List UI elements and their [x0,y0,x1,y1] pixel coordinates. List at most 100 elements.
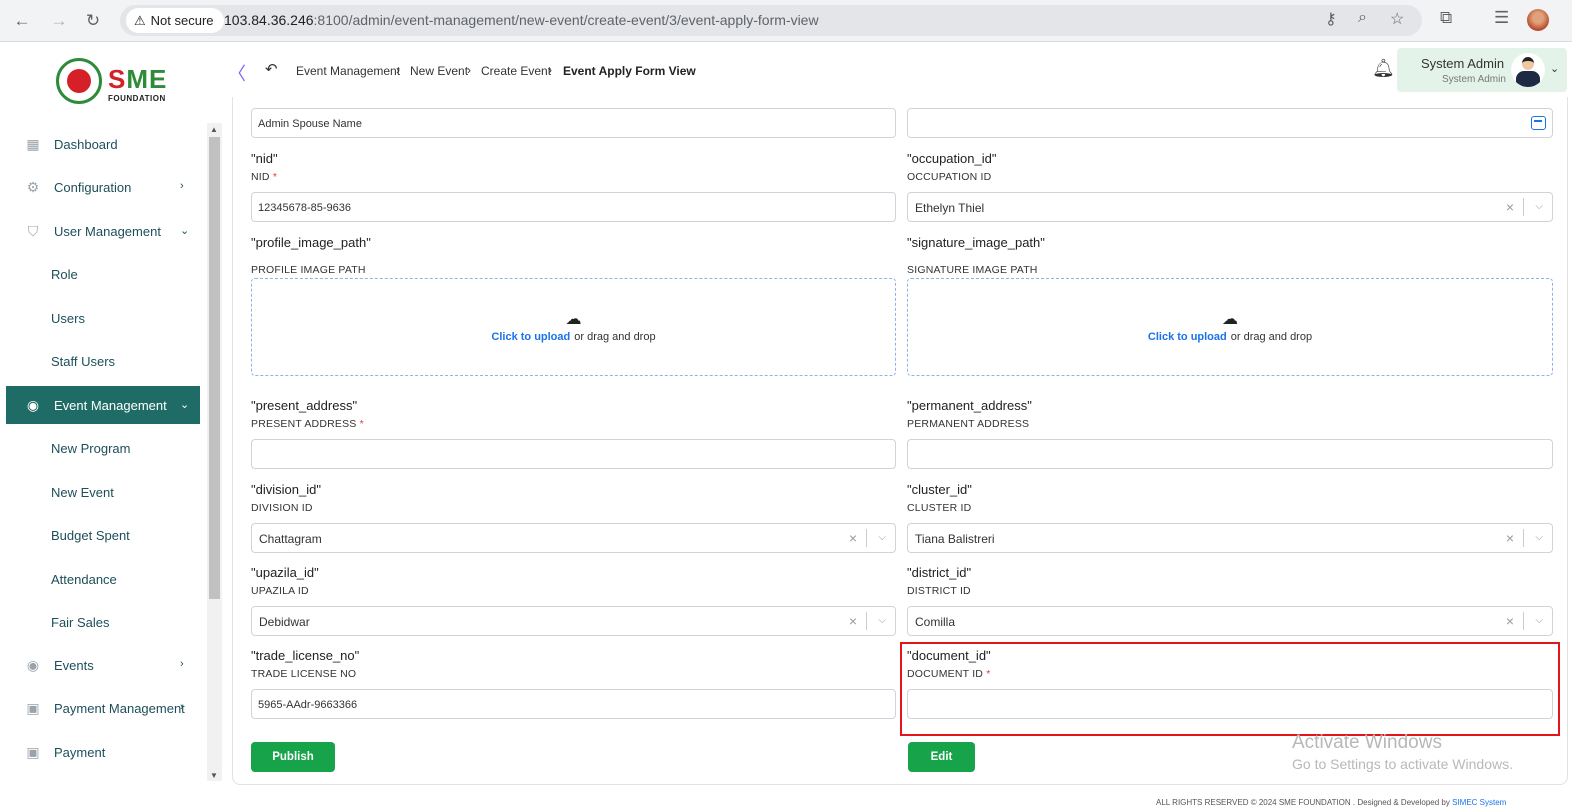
sidebar-subitem-new-event[interactable]: New Event [51,485,114,500]
footer: ALL RIGHTS RESERVED © 2024 SME FOUNDATIO… [1156,798,1506,807]
sidebar-item-payment[interactable]: ▣ Payment [6,733,200,771]
extensions-icon[interactable]: ⧉ [1440,8,1452,28]
user-menu[interactable]: System Admin System Admin ⌄ [1397,48,1567,92]
trade-license-key: "trade_license_no" [251,648,360,663]
permanent-address-field[interactable] [907,439,1553,469]
grid-icon: ▦ [26,136,40,152]
clear-icon[interactable]: × [1506,199,1514,215]
media-icon[interactable]: ☰ [1494,8,1509,28]
footer-text: ALL RIGHTS RESERVED © 2024 SME FOUNDATIO… [1156,798,1450,807]
chevron-down-icon[interactable]: ⌵ [1535,532,1543,543]
date-field[interactable] [907,108,1553,138]
not-secure-label: Not secure [150,13,214,28]
chevron-right-icon: › [548,63,552,77]
not-secure-badge[interactable]: ⚠ Not secure [126,8,224,33]
chevron-down-icon[interactable]: ⌵ [878,615,886,626]
upazila-select[interactable]: Debidwar × ⌵ [251,606,896,636]
sidebar-subitem-users[interactable]: Users [51,311,85,326]
signature-image-dropzone[interactable]: ☁︎ Click to upload or drag and drop [907,278,1553,376]
chevron-down-icon: ⌄ [180,225,190,237]
url-path: :8100/admin/event-management/new-event/c… [313,12,819,28]
key-icon[interactable]: ⚷ [1325,9,1337,29]
sidebar-item-user-management[interactable]: ⛉ User Management ⌄ [6,212,200,250]
reload-icon[interactable]: ↻ [80,8,106,34]
breadcrumb-event-management[interactable]: Event Management [296,64,400,78]
scrollbar-thumb[interactable] [209,137,220,599]
back-arrow-icon[interactable]: ← [9,8,35,34]
address-bar[interactable]: ⚠ Not secure 103.84.36.246:8100/admin/eve… [120,5,1422,36]
publish-button[interactable]: Publish [251,742,335,772]
sidebar-item-event-management[interactable]: ◉ Event Management ⌄ [6,386,200,424]
chevron-down-icon[interactable]: ⌵ [1535,201,1543,212]
sidebar-item-label: Events [54,658,94,673]
cluster-value: Tiana Balistreri [915,532,995,546]
sidebar-item-label: Event Management [54,398,167,413]
clear-icon[interactable]: × [1506,613,1514,629]
logo-wordmark: SME [108,64,168,94]
back-icon[interactable]: ↶ [265,60,278,78]
chevron-down-icon[interactable]: ⌵ [1535,615,1543,626]
breadcrumb-create-event[interactable]: Create Event [481,64,551,78]
upload-cloud-icon: ☁︎ [1222,311,1238,328]
present-address-label: PRESENT ADDRESS * [251,418,364,430]
profile-image-label: PROFILE IMAGE PATH [251,264,366,276]
profile-image-dropzone[interactable]: ☁︎ Click to upload or drag and drop [251,278,896,376]
sme-foundation-logo[interactable]: SME FOUNDATION [56,56,170,106]
chevron-right-icon: › [180,658,184,670]
browser-profile-avatar[interactable] [1527,9,1549,31]
sidebar-item-configuration[interactable]: ⚙ Configuration › [6,168,200,206]
star-icon[interactable]: ☆ [1390,9,1404,29]
document-id-field[interactable] [907,689,1553,719]
click-to-upload-link[interactable]: Click to upload [1148,331,1227,343]
sidebar-subitem-staff-users[interactable]: Staff Users [51,354,115,369]
spouse-name-field[interactable]: Admin Spouse Name [251,108,896,138]
scroll-up-arrow-icon[interactable]: ▲ [210,125,218,134]
url-text[interactable]: 103.84.36.246:8100/admin/event-managemen… [224,12,819,28]
document-label: DOCUMENT ID * [907,668,991,680]
division-label: DIVISION ID [251,502,313,514]
present-address-field[interactable] [251,439,896,469]
avatar [1511,53,1545,87]
scroll-down-arrow-icon[interactable]: ▼ [210,771,218,780]
sidebar-subitem-budget-spent[interactable]: Budget Spent [51,528,130,543]
click-to-upload-link[interactable]: Click to upload [491,331,570,343]
occupation-key: "occupation_id" [907,151,997,166]
collapse-sidebar-icon[interactable]: 〈 [228,60,246,86]
occupation-select[interactable]: Ethelyn Thiel × ⌵ [907,192,1553,222]
sidebar-item-events[interactable]: ◉ Events › [6,646,200,684]
chevron-right-icon: › [396,63,400,77]
division-select[interactable]: Chattagram × ⌵ [251,523,896,553]
zoom-icon[interactable]: ⌕ [1358,9,1367,27]
cluster-select[interactable]: Tiana Balistreri × ⌵ [907,523,1553,553]
sidebar-item-payment-management[interactable]: ▣ Payment Management › [6,689,200,727]
edit-button[interactable]: Edit [908,742,975,772]
windows-watermark-subtitle: Go to Settings to activate Windows. [1292,756,1513,772]
footer-link[interactable]: SIMEC System [1452,798,1506,807]
nid-field[interactable]: 12345678-85-9636 [251,192,896,222]
sidebar-subitem-fair-sales[interactable]: Fair Sales [51,615,110,630]
sidebar-item-dashboard[interactable]: ▦ Dashboard [6,125,200,163]
clear-icon[interactable]: × [849,530,857,546]
chevron-down-icon[interactable]: ⌵ [878,532,886,543]
division-value: Chattagram [259,532,322,546]
forward-arrow-icon[interactable]: → [46,8,72,34]
breadcrumb-new-event[interactable]: New Event [410,64,468,78]
sidebar-subitem-attendance[interactable]: Attendance [51,572,117,587]
cluster-label: CLUSTER ID [907,502,972,514]
upazila-key: "upazila_id" [251,565,319,580]
sidebar-scrollbar[interactable]: ▲ ▼ [207,123,222,781]
bell-icon[interactable]: 🔔︎ [1372,58,1395,79]
sidebar-item-label: Configuration [54,180,132,195]
trade-license-field[interactable]: 5965-AAdr-9663366 [251,689,896,719]
clear-icon[interactable]: × [849,613,857,629]
payment-icon: ▣ [26,744,40,760]
calendar-icon[interactable] [1531,116,1546,130]
sidebar-subitem-role[interactable]: Role [51,267,78,282]
district-select[interactable]: Comilla × ⌵ [907,606,1553,636]
nid-label: NID * [251,171,278,183]
clear-icon[interactable]: × [1506,530,1514,546]
upload-cloud-icon: ☁︎ [565,311,582,328]
district-label: DISTRICT ID [907,585,971,597]
sidebar-subitem-new-program[interactable]: New Program [51,441,130,456]
warning-icon: ⚠ [134,12,146,28]
